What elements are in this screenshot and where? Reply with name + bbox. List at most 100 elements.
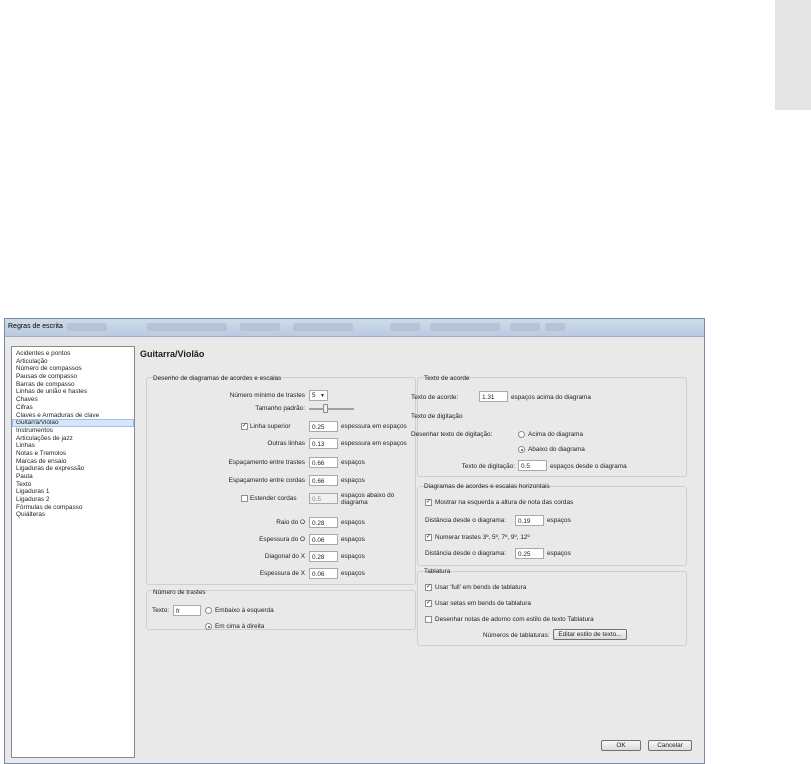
o-thickness-input[interactable]: 0.06 — [309, 534, 338, 545]
x-diagonal-units: espaços — [341, 553, 365, 560]
tab-grace-checkbox[interactable] — [425, 616, 432, 623]
extend-strings-input[interactable]: 0.5 — [309, 493, 338, 504]
show-left-label: Mostrar na esquerda a altura de nota das… — [435, 499, 574, 506]
checkmark-icon: ✓ — [426, 534, 432, 540]
cancel-button[interactable]: Cancelar — [648, 740, 692, 751]
edit-text-style-button[interactable]: Editar estilo de texto... — [553, 629, 627, 640]
fret-spacing-units: espaços — [341, 459, 365, 466]
tab-arrows-checkbox[interactable]: ✓ — [425, 600, 432, 607]
default-size-slider[interactable] — [309, 408, 354, 410]
category-item[interactable]: Articulação — [12, 358, 134, 366]
category-item[interactable]: Número de compassos — [12, 365, 134, 373]
category-item[interactable]: Ligaduras de expressão — [12, 465, 134, 473]
default-size-slider-thumb[interactable] — [323, 404, 328, 413]
ok-button[interactable]: OK — [601, 740, 641, 751]
fret-top-right-radio[interactable] — [205, 623, 212, 630]
default-size-label: Tamanho padrão: — [255, 405, 305, 412]
background-toolbar-ghost — [240, 323, 280, 331]
extend-strings-units: espaços abaixo do diagrama — [341, 492, 395, 506]
fret-bottom-left-label: Embaixo à esquerda — [215, 607, 274, 614]
other-lines-units: espessura em espaços — [341, 440, 407, 447]
chord-text-group-title: Texto de acorde — [424, 375, 470, 382]
horizontal-group-title: Diagramas de acordes e escalas horizonta… — [424, 483, 550, 490]
category-list[interactable]: Acidentes e pontos Articulação Número de c… — [11, 346, 135, 758]
o-thickness-label: Espessura do O — [259, 536, 305, 543]
chevron-down-icon: ▼ — [320, 393, 325, 399]
other-lines-label: Outras linhas — [267, 440, 305, 447]
fingering-below-radio[interactable] — [518, 446, 525, 453]
category-item[interactable]: Acidentes e pontos — [12, 350, 134, 358]
category-item[interactable]: Barras de compasso — [12, 381, 134, 389]
category-item[interactable]: Linhas — [12, 442, 134, 450]
category-item[interactable]: Articulações de jazz — [12, 435, 134, 443]
extend-strings-checkbox[interactable] — [241, 495, 248, 502]
fret-text-input[interactable]: fr — [173, 605, 201, 616]
category-item[interactable]: Pausas de compasso — [12, 373, 134, 381]
category-item[interactable]: Chaves — [12, 396, 134, 404]
x-diagonal-input[interactable]: 0.28 — [309, 551, 338, 562]
fingering-text-units: espaços desde o diagrama — [550, 463, 627, 470]
min-frets-select[interactable]: 5 ▼ — [309, 390, 328, 401]
number-frets-label: Numerar trastes 3º, 5º, 7º, 9º, 12º — [435, 534, 530, 541]
checkmark-icon: ✓ — [426, 584, 432, 590]
category-item[interactable]: Ligaduras 2 — [12, 496, 134, 504]
category-item[interactable]: Ligaduras 1 — [12, 488, 134, 496]
tab-full-label: Usar 'full' em bends de tablatura — [435, 584, 527, 591]
checkmark-icon: ✓ — [426, 600, 432, 606]
category-item[interactable]: Instrumentos — [12, 427, 134, 435]
fret-bottom-left-radio[interactable] — [205, 607, 212, 614]
string-spacing-input[interactable]: 0.66 — [309, 475, 338, 486]
chord-diagram-group-title: Desenho de diagramas de acordes e escala… — [153, 375, 282, 382]
dialog-titlebar[interactable]: Regras de escrita — [5, 319, 704, 337]
fingering-text-input[interactable]: 0.5 — [518, 460, 547, 471]
show-left-checkbox[interactable]: ✓ — [425, 499, 432, 506]
page-title: Guitarra/Violão — [140, 349, 205, 359]
background-toolbar-ghost — [545, 323, 565, 331]
distance2-units: espaços — [547, 550, 571, 557]
distance1-input[interactable]: 0.19 — [515, 515, 544, 526]
category-item[interactable]: Notas e Tremolos — [12, 450, 134, 458]
o-radius-input[interactable]: 0.28 — [309, 517, 338, 528]
category-item[interactable]: Cifras — [12, 404, 134, 412]
x-diagonal-label: Diagonal do X — [264, 553, 305, 560]
tab-full-checkbox[interactable]: ✓ — [425, 584, 432, 591]
background-toolbar-ghost — [390, 323, 420, 331]
tablature-group-title: Tablatura — [424, 568, 451, 575]
background-toolbar-ghost — [293, 323, 353, 331]
category-item[interactable]: Marcas de ensaio — [12, 458, 134, 466]
fingering-above-radio[interactable] — [518, 431, 525, 438]
category-item[interactable]: Linhas de união e hastes — [12, 388, 134, 396]
top-line-checkbox[interactable]: ✓ — [241, 423, 248, 430]
chord-text-label: Texto de acorde: — [411, 394, 459, 401]
other-lines-input[interactable]: 0.13 — [309, 438, 338, 449]
distance2-input[interactable]: 0.25 — [515, 548, 544, 559]
rules-dialog: Regras de escrita Acidentes e pontos Arti… — [4, 318, 705, 764]
category-item[interactable]: Pauta — [12, 473, 134, 481]
number-frets-checkbox[interactable]: ✓ — [425, 534, 432, 541]
distance1-units: espaços — [547, 517, 571, 524]
category-item[interactable]: Texto — [12, 481, 134, 489]
category-item[interactable]: Guitarra/Violão — [12, 419, 134, 427]
tab-grace-label: Desenhar notas de adorno com estilo de t… — [435, 616, 594, 623]
fret-text-label: Texto: — [152, 607, 170, 614]
category-item[interactable]: Quiálteras — [12, 511, 134, 519]
x-thickness-input[interactable]: 0.06 — [309, 568, 338, 579]
dialog-title: Regras de escrita — [8, 323, 63, 330]
chord-text-input[interactable]: 1.31 — [479, 391, 508, 402]
category-item[interactable]: Claves e Armaduras de clave — [12, 412, 134, 420]
top-line-units: espessura em espaços — [341, 423, 407, 430]
string-spacing-label: Espaçamento entre cordas — [228, 477, 305, 484]
fret-spacing-label: Espaçamento entre trastes — [228, 459, 305, 466]
tab-numbers-label: Números de tablaturas: — [483, 632, 550, 639]
fret-spacing-input[interactable]: 0.66 — [309, 457, 338, 468]
min-frets-label: Número mínimo de trastes — [229, 392, 305, 399]
string-spacing-units: espaços — [341, 477, 365, 484]
category-item[interactable]: Fórmulas de compasso — [12, 504, 134, 512]
fret-number-group-title: Número de trastes — [153, 589, 206, 596]
background-toolbar-ghost — [430, 323, 500, 331]
chord-text-units: espaços acima do diagrama — [511, 394, 591, 401]
top-line-label: Linha superior — [250, 423, 291, 430]
fingering-draw-label: Desenhar texto de digitação: — [411, 431, 493, 438]
background-toolbar-ghost — [147, 323, 227, 331]
top-line-input[interactable]: 0.25 — [309, 421, 338, 432]
